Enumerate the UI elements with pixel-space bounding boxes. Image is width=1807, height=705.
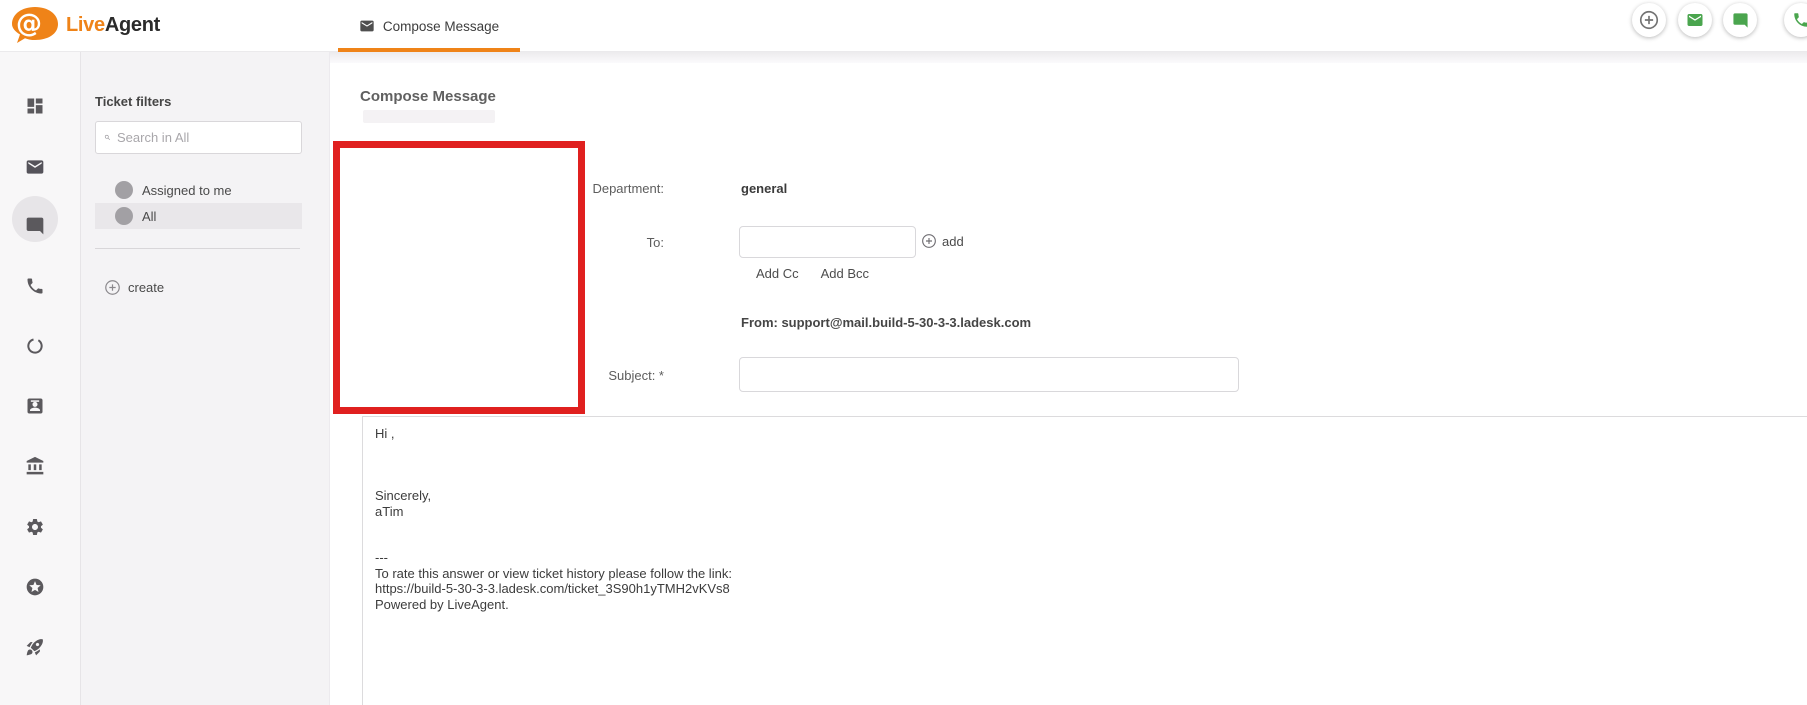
search-input[interactable] [117,130,293,145]
cc-bcc-links: Add Cc Add Bcc [756,266,869,281]
add-bcc-link[interactable]: Add Bcc [821,266,869,281]
add-cc-link[interactable]: Add Cc [756,266,799,281]
logo-agent: Agent [105,14,160,36]
filter-avatar-circle [115,181,133,199]
filter-item-label: All [142,209,156,224]
filter-item-assigned-to-me[interactable]: Assigned to me [95,177,302,203]
sidebar-rail [0,52,81,705]
svg-text:@: @ [16,9,42,39]
subject-input[interactable] [739,357,1239,392]
tab-active-underline [338,48,520,52]
ring-icon [25,336,45,356]
plus-circle-icon [104,279,121,296]
search-icon [104,130,111,145]
sidebar-item-social[interactable] [25,336,45,356]
red-annotation-rectangle [333,141,585,414]
gear-icon [25,517,45,537]
chat-icon [1732,12,1749,29]
filter-item-label: Assigned to me [142,183,232,198]
message-body-text: Hi , Sincerely, aTim --- To rate this an… [375,426,732,612]
logo-text: LiveAgent [66,14,160,37]
add-label: add [942,234,964,249]
call-status-button[interactable] [1784,3,1807,37]
sidebar-item-contacts[interactable] [25,396,45,416]
liveagent-logo: @ LiveAgent [10,5,160,45]
new-ticket-button[interactable] [1632,3,1666,37]
to-input[interactable] [739,226,916,258]
tab-compose-message[interactable]: Compose Message [338,0,520,52]
top-header: @ LiveAgent Compose Message [0,0,1807,52]
filter-list: Assigned to me All [95,177,302,229]
header-shadow [330,52,1807,63]
dashboard-icon [25,96,45,116]
sidebar-item-getting-started[interactable] [25,637,45,657]
email-icon [1686,11,1704,29]
sidebar-item-dashboard[interactable] [25,96,45,116]
filter-avatar-circle [115,207,133,225]
envelope-icon [359,18,375,34]
panel-title: Ticket filters [95,94,171,109]
logo-live: Live [66,14,105,36]
sidebar-item-tickets[interactable] [25,157,45,177]
sidebar-item-premium[interactable] [25,577,45,597]
panel-divider [95,248,300,249]
phone-icon [25,276,45,296]
filter-item-all[interactable]: All [95,203,302,229]
chat-icon [25,216,45,236]
contact-card-icon [25,396,45,416]
department-value: general [741,181,787,196]
tab-label: Compose Message [383,19,499,34]
from-line: From: support@mail.build-5-30-3-3.ladesk… [741,315,1031,330]
plus-circle-icon [1638,9,1660,31]
logo-bubble-icon: @ [10,5,60,45]
envelope-icon [25,157,45,177]
search-box [95,121,302,154]
ticket-filters-panel: Ticket filters Assigned to me All cr [81,52,330,705]
star-circle-icon [25,577,45,597]
sidebar-item-calls[interactable] [25,276,45,296]
title-skeleton-bar [363,110,495,123]
add-recipient-button[interactable]: add [921,233,964,249]
plus-circle-icon [921,233,937,249]
create-filter-button[interactable]: create [104,279,164,296]
page-title: Compose Message [360,88,496,105]
chat-status-button[interactable] [1723,3,1757,37]
message-body-editor[interactable]: Hi , Sincerely, aTim --- To rate this an… [362,416,1807,705]
bank-icon [25,456,45,476]
rocket-icon [25,637,45,657]
call-icon [1792,11,1807,29]
create-label: create [128,280,164,295]
sidebar-item-company[interactable] [25,456,45,476]
sidebar-item-settings[interactable] [25,517,45,537]
email-status-button[interactable] [1678,3,1712,37]
sidebar-item-chats[interactable] [25,216,45,236]
liveagent-app: @ LiveAgent Compose Message [0,0,1807,705]
